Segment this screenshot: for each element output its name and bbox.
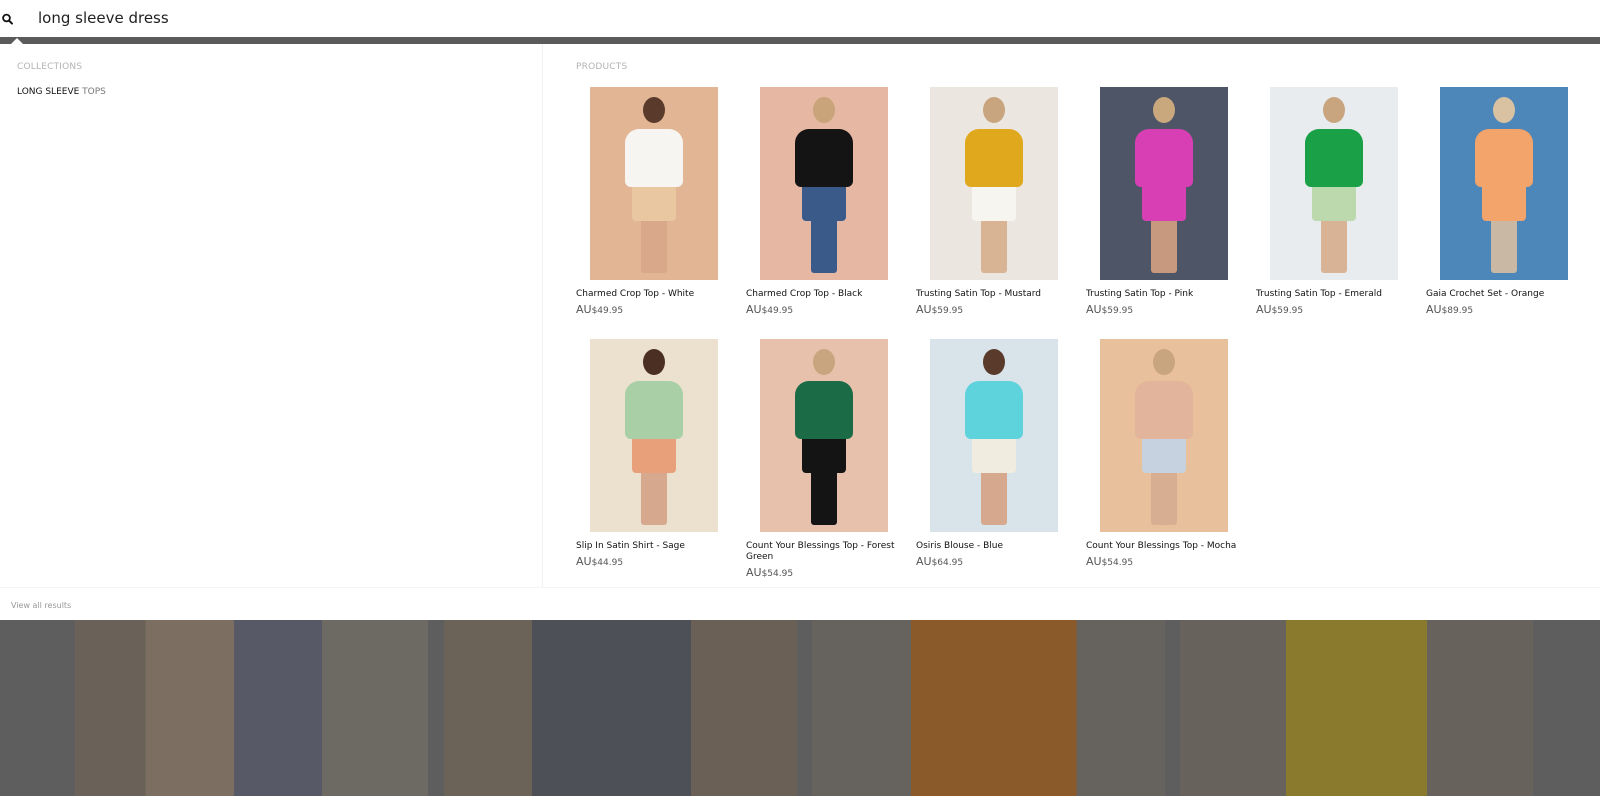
search-bar	[0, 0, 1600, 37]
product-card[interactable]: Trusting Satin Top - Emerald AU$59.95	[1256, 87, 1416, 327]
product-price-amount: $59.95	[931, 306, 964, 316]
product-image[interactable]	[930, 87, 1058, 280]
product-price: AU$64.95	[916, 556, 963, 569]
product-title-text: Slip In Satin Shirt - Sage	[576, 541, 685, 551]
collections-column: COLLECTIONS LONG SLEEVE TOPS	[0, 44, 543, 587]
product-title-text: Gaia Crochet Set - Orange	[1426, 289, 1545, 299]
product-price: AU$89.95	[1426, 304, 1473, 317]
product-price: AU$49.95	[576, 304, 623, 317]
search-input[interactable]	[38, 6, 1538, 30]
product-price: AU$44.95	[576, 556, 623, 569]
product-title-text: Trusting Satin Top - Pink	[1086, 289, 1194, 299]
product-price: AU$59.95	[1256, 304, 1303, 317]
collections-heading: COLLECTIONS	[17, 62, 83, 72]
product-price: AU$59.95	[1086, 304, 1133, 317]
product-image[interactable]	[760, 339, 888, 532]
product-card[interactable]: Count Your Blessings Top - Mocha AU$54.95	[1086, 339, 1246, 579]
product-price-currency: AU	[1086, 555, 1102, 568]
background-product-image	[1180, 620, 1533, 796]
product-price-amount: $44.95	[591, 558, 624, 568]
products-heading: PRODUCTS	[576, 62, 628, 72]
product-price-currency: AU	[746, 303, 762, 316]
product-title-text: Trusting Satin Top - Emerald	[1256, 289, 1382, 299]
product-price-currency: AU	[746, 566, 762, 579]
product-price-amount: $89.95	[1441, 306, 1474, 316]
product-title[interactable]: Charmed Crop Top - Black AU$49.95	[746, 289, 916, 317]
collection-link-rest: TOPS	[79, 87, 106, 97]
product-price-amount: $49.95	[591, 306, 624, 316]
product-price: AU$59.95	[916, 304, 963, 317]
product-card[interactable]: Slip In Satin Shirt - Sage AU$44.95	[576, 339, 736, 579]
product-title[interactable]: Trusting Satin Top - Mustard AU$59.95	[916, 289, 1086, 317]
background-product-image	[444, 620, 797, 796]
product-image[interactable]	[1440, 87, 1568, 280]
product-price-currency: AU	[1256, 303, 1272, 316]
search-divider	[0, 37, 1600, 44]
product-title[interactable]: Slip In Satin Shirt - Sage AU$44.95	[576, 541, 746, 569]
product-title-text: Trusting Satin Top - Mustard	[916, 289, 1042, 299]
dropdown-footer: View all results	[0, 587, 1600, 620]
product-title-text: Charmed Crop Top - Black	[746, 289, 863, 299]
product-card[interactable]: Trusting Satin Top - Pink AU$59.95	[1086, 87, 1246, 327]
product-image[interactable]	[930, 339, 1058, 532]
product-card[interactable]: Count Your Blessings Top - Forest Green A…	[746, 339, 906, 579]
product-title-text: Osiris Blouse - Blue	[916, 541, 1004, 551]
collection-link-highlight: LONG SLEEVE	[17, 87, 80, 97]
product-title-text: Charmed Crop Top - White	[576, 289, 695, 299]
product-price: AU$54.95	[746, 567, 793, 580]
background-product-image	[812, 620, 1165, 796]
product-title[interactable]: Trusting Satin Top - Pink AU$59.95	[1086, 289, 1256, 317]
product-title-text: Count Your Blessings Top - Mocha	[1086, 541, 1237, 551]
product-title[interactable]: Count Your Blessings Top - Forest Green A…	[746, 541, 916, 580]
search-icon[interactable]	[1, 12, 15, 26]
product-card[interactable]: Trusting Satin Top - Mustard AU$59.95	[916, 87, 1076, 327]
product-title[interactable]: Count Your Blessings Top - Mocha AU$54.95	[1086, 541, 1256, 569]
product-card[interactable]: Charmed Crop Top - Black AU$49.95	[746, 87, 906, 327]
search-results-dropdown: COLLECTIONS LONG SLEEVE TOPS PRODUCTS Ch…	[0, 44, 1600, 620]
product-title[interactable]: Charmed Crop Top - White AU$49.95	[576, 289, 746, 317]
product-price-currency: AU	[576, 555, 592, 568]
product-image[interactable]	[590, 339, 718, 532]
collection-link-long-sleeve-tops[interactable]: LONG SLEEVE TOPS	[17, 87, 106, 97]
product-price-currency: AU	[576, 303, 592, 316]
product-price: AU$54.95	[1086, 556, 1133, 569]
product-price: AU$49.95	[746, 304, 793, 317]
product-price-amount: $59.95	[1101, 306, 1134, 316]
product-price-amount: $64.95	[931, 558, 964, 568]
product-price-currency: AU	[916, 303, 932, 316]
product-price-amount: $54.95	[1101, 558, 1134, 568]
products-column: PRODUCTS Charmed Crop Top - White AU$49.9…	[544, 44, 1600, 587]
product-image[interactable]	[590, 87, 718, 280]
product-title[interactable]: Trusting Satin Top - Emerald AU$59.95	[1256, 289, 1426, 317]
product-price-currency: AU	[1086, 303, 1102, 316]
product-price-amount: $49.95	[761, 306, 794, 316]
page-backdrop-overlay[interactable]	[0, 620, 1600, 796]
view-all-results-link[interactable]: View all results	[11, 601, 71, 610]
product-card[interactable]: Gaia Crochet Set - Orange AU$89.95	[1426, 87, 1586, 327]
product-price-amount: $59.95	[1271, 306, 1304, 316]
product-title-text: Count Your Blessings Top - Forest Green	[746, 541, 895, 562]
product-title[interactable]: Osiris Blouse - Blue AU$64.95	[916, 541, 1086, 569]
product-price-amount: $54.95	[761, 569, 794, 579]
product-card[interactable]: Osiris Blouse - Blue AU$64.95	[916, 339, 1076, 579]
product-image[interactable]	[1100, 87, 1228, 280]
product-image[interactable]	[1270, 87, 1398, 280]
product-image[interactable]	[1100, 339, 1228, 532]
product-price-currency: AU	[916, 555, 932, 568]
product-price-currency: AU	[1426, 303, 1442, 316]
product-card[interactable]: Charmed Crop Top - White AU$49.95	[576, 87, 736, 327]
product-image[interactable]	[760, 87, 888, 280]
product-title[interactable]: Gaia Crochet Set - Orange AU$89.95	[1426, 289, 1596, 317]
background-product-image	[75, 620, 428, 796]
